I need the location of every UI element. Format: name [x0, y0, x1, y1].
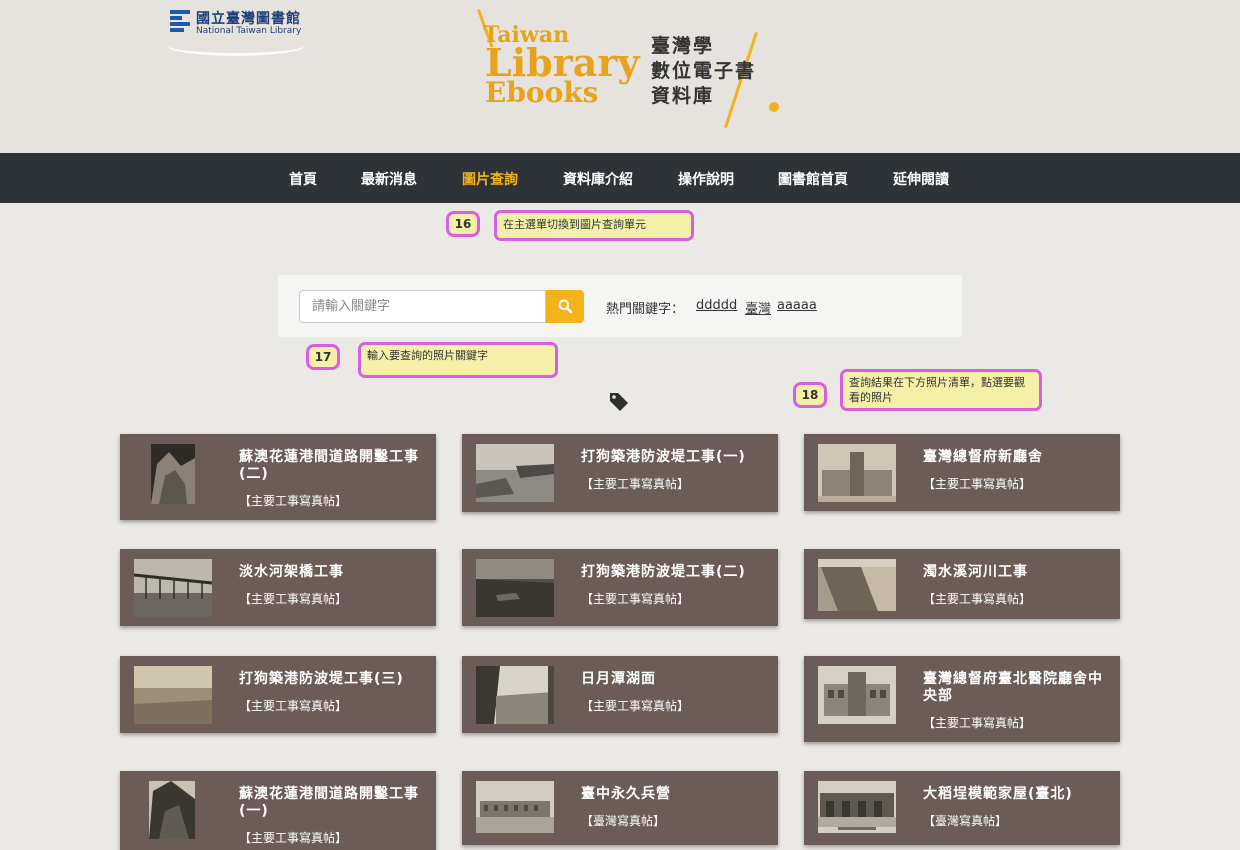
- nav-item-image-search[interactable]: 圖片查詢: [462, 169, 518, 189]
- card-title: 臺中永久兵營: [581, 786, 671, 802]
- taiwan-library-ebooks-logo[interactable]: Taiwan Library Ebooks 臺灣學 數位電子書 資料庫: [455, 8, 795, 130]
- card-title: 日月潭湖面: [581, 671, 656, 687]
- card-category: 【主要工事寫真帖】: [581, 477, 690, 491]
- nav-item-library-home[interactable]: 圖書館首頁: [778, 169, 848, 189]
- nav-item-database-intro[interactable]: 資料庫介紹: [563, 169, 633, 189]
- nav-item-extended-reading[interactable]: 延伸閱讀: [893, 169, 949, 189]
- callout-number: 17: [306, 344, 340, 370]
- card-category: 【主要工事寫真帖】: [923, 716, 1032, 730]
- search-panel: 熱門關鍵字： ddddd 臺灣 aaaaa: [278, 275, 962, 337]
- photo-card[interactable]: 打狗築港防波堤工事(二) 【主要工事寫真帖】: [462, 549, 778, 626]
- card-category: 【主要工事寫真帖】: [239, 831, 348, 845]
- photo-card[interactable]: 臺灣總督府新廳舍 【主要工事寫真帖】: [804, 434, 1120, 511]
- card-title: 淡水河架橋工事: [239, 564, 344, 580]
- cliff-photo-icon: [149, 781, 195, 839]
- logo-zh: 臺灣學 數位電子書 資料庫: [651, 34, 781, 109]
- card-title: 蘇澳花蓮港間道路開鑿工事(一): [239, 786, 419, 819]
- photo-card[interactable]: 打狗築港防波堤工事(三) 【主要工事寫真帖】: [120, 656, 436, 733]
- card-title: 打狗築港防波堤工事(一): [581, 449, 746, 465]
- nav-item-home[interactable]: 首頁: [289, 169, 317, 189]
- logo-zh-line: 資料庫: [651, 85, 715, 107]
- street-photo-icon: [818, 781, 896, 833]
- hot-keyword-link[interactable]: ddddd: [696, 298, 737, 313]
- search-button[interactable]: [546, 290, 584, 323]
- logo-dot: [769, 102, 779, 112]
- sea-photo-icon: [476, 559, 554, 617]
- search-input[interactable]: [299, 290, 546, 323]
- building-photo-icon: [818, 444, 896, 502]
- bridge-photo-icon: [134, 559, 212, 617]
- callout-number: 18: [793, 382, 827, 408]
- photo-card[interactable]: 蘇澳花蓮港間道路開鑿工事(一) 【主要工事寫真帖】: [120, 771, 436, 850]
- main-nav: 首頁 最新消息 圖片查詢 資料庫介紹 操作說明 圖書館首頁 延伸閱讀: [0, 153, 1240, 203]
- card-title: 打狗築港防波堤工事(二): [581, 564, 746, 580]
- card-title: 臺灣總督府臺北醫院廳舍中央部: [923, 671, 1103, 704]
- callout-text: 輸入要查詢的照片關鍵字: [358, 342, 558, 378]
- photo-card[interactable]: 臺灣總督府臺北醫院廳舍中央部 【主要工事寫真帖】: [804, 656, 1120, 742]
- card-category: 【主要工事寫真帖】: [923, 592, 1032, 606]
- search-icon: [558, 299, 572, 313]
- card-title: 蘇澳花蓮港間道路開鑿工事(二): [239, 449, 419, 482]
- card-category: 【主要工事寫真帖】: [239, 699, 348, 713]
- card-category: 【臺灣寫真帖】: [923, 814, 1008, 828]
- callout-number: 16: [446, 211, 480, 237]
- card-title: 濁水溪河川工事: [923, 564, 1028, 580]
- hot-keyword-link[interactable]: aaaaa: [777, 298, 817, 313]
- card-category: 【主要工事寫真帖】: [239, 494, 348, 508]
- ntl-logo[interactable]: 國立臺灣圖書館 National Taiwan Library: [166, 8, 306, 56]
- photo-card[interactable]: 臺中永久兵營 【臺灣寫真帖】: [462, 771, 778, 845]
- card-category: 【主要工事寫真帖】: [581, 699, 690, 713]
- photo-card[interactable]: 蘇澳花蓮港間道路開鑿工事(二) 【主要工事寫真帖】: [120, 434, 436, 520]
- sea-photo-icon: [134, 666, 212, 724]
- ntl-mark-icon: [170, 10, 190, 32]
- logo-ebooks: Ebooks: [485, 76, 599, 109]
- card-category: 【主要工事寫真帖】: [581, 592, 690, 606]
- card-category: 【臺灣寫真帖】: [581, 814, 666, 828]
- logo-zh-line: 臺灣學: [651, 35, 715, 57]
- nav-item-news[interactable]: 最新消息: [361, 169, 417, 189]
- callout-text: 在主選單切換到圖片查詢單元: [494, 210, 694, 241]
- building-photo-icon: [818, 666, 896, 724]
- photo-card[interactable]: 大稻埕模範家屋(臺北) 【臺灣寫真帖】: [804, 771, 1120, 845]
- harbor-photo-icon: [476, 444, 554, 502]
- lake-photo-icon: [476, 666, 554, 724]
- site-header: 國立臺灣圖書館 National Taiwan Library Taiwan L…: [0, 0, 1240, 153]
- hot-keywords-label: 熱門關鍵字：: [606, 302, 685, 317]
- barracks-photo-icon: [476, 781, 554, 833]
- card-title: 打狗築港防波堤工事(三): [239, 671, 404, 687]
- photo-card[interactable]: 濁水溪河川工事 【主要工事寫真帖】: [804, 549, 1120, 619]
- river-photo-icon: [818, 559, 896, 611]
- card-category: 【主要工事寫真帖】: [923, 477, 1032, 491]
- logo-zh-line: 數位電子書: [651, 60, 757, 82]
- card-title: 大稻埕模範家屋(臺北): [923, 786, 1073, 802]
- photo-card[interactable]: 日月潭湖面 【主要工事寫真帖】: [462, 656, 778, 733]
- callout-text: 查詢結果在下方照片清單，點選要觀看的照片: [840, 369, 1042, 411]
- photo-card[interactable]: 打狗築港防波堤工事(一) 【主要工事寫真帖】: [462, 434, 778, 512]
- hot-keyword-link[interactable]: 臺灣: [745, 298, 771, 317]
- card-category: 【主要工事寫真帖】: [239, 592, 348, 606]
- ntl-logo-zh: 國立臺灣圖書館: [196, 11, 301, 27]
- photo-card[interactable]: 淡水河架橋工事 【主要工事寫真帖】: [120, 549, 436, 626]
- ntl-swoosh: [166, 34, 306, 56]
- tag-icon: [610, 393, 628, 411]
- cliff-photo-icon: [151, 444, 195, 504]
- nav-item-instructions[interactable]: 操作說明: [678, 169, 734, 189]
- card-title: 臺灣總督府新廳舍: [923, 449, 1043, 465]
